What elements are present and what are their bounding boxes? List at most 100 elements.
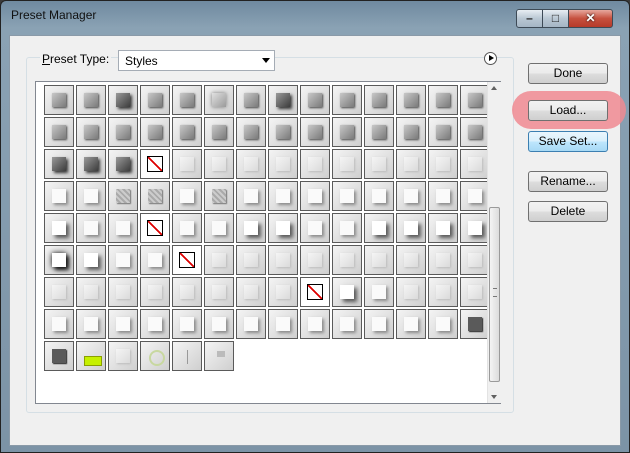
preset-swatch[interactable]	[236, 213, 266, 243]
preset-swatch[interactable]	[268, 245, 298, 275]
preset-swatch[interactable]	[108, 277, 138, 307]
preset-swatch[interactable]	[108, 309, 138, 339]
title-bar[interactable]: Preset Manager – □ ✕	[1, 1, 629, 31]
preset-swatch[interactable]	[300, 277, 330, 307]
preset-swatch[interactable]	[300, 149, 330, 179]
preset-swatch[interactable]	[44, 117, 74, 147]
preset-swatch[interactable]	[76, 277, 106, 307]
preset-swatch[interactable]	[268, 309, 298, 339]
preset-swatch[interactable]	[140, 213, 170, 243]
delete-button[interactable]: Delete	[528, 201, 608, 222]
minimize-button[interactable]: –	[516, 9, 543, 28]
preset-swatch[interactable]	[364, 213, 394, 243]
preset-swatch[interactable]	[204, 149, 234, 179]
preset-swatch[interactable]	[140, 277, 170, 307]
preset-swatch[interactable]	[396, 181, 426, 211]
preset-swatch[interactable]	[172, 277, 202, 307]
preset-swatch[interactable]	[300, 181, 330, 211]
preset-swatch[interactable]	[236, 181, 266, 211]
preset-swatch[interactable]	[44, 149, 74, 179]
preset-swatch[interactable]	[172, 181, 202, 211]
preset-swatch[interactable]	[204, 213, 234, 243]
preset-swatch[interactable]	[268, 117, 298, 147]
preset-swatch[interactable]	[332, 309, 362, 339]
preset-swatch[interactable]	[204, 117, 234, 147]
preset-swatch[interactable]	[460, 213, 490, 243]
preset-swatch[interactable]	[428, 117, 458, 147]
preset-swatch[interactable]	[236, 149, 266, 179]
preset-swatch[interactable]	[172, 245, 202, 275]
preset-swatch[interactable]	[396, 309, 426, 339]
preset-swatch[interactable]	[76, 245, 106, 275]
preset-swatch[interactable]	[108, 245, 138, 275]
preset-swatch[interactable]	[428, 245, 458, 275]
preset-swatch[interactable]	[76, 341, 106, 371]
done-button[interactable]: Done	[528, 63, 608, 84]
preset-swatch[interactable]	[236, 117, 266, 147]
preset-swatch[interactable]	[140, 245, 170, 275]
preset-swatch[interactable]	[236, 245, 266, 275]
preset-swatch[interactable]	[76, 85, 106, 115]
save-set-button[interactable]: Save Set...	[528, 131, 608, 152]
preset-swatch[interactable]	[396, 277, 426, 307]
preset-swatch[interactable]	[300, 85, 330, 115]
preset-swatch[interactable]	[332, 149, 362, 179]
maximize-button[interactable]: □	[542, 9, 569, 28]
preset-swatch[interactable]	[236, 309, 266, 339]
close-button[interactable]: ✕	[568, 9, 613, 28]
preset-swatch[interactable]	[428, 213, 458, 243]
preset-swatch[interactable]	[268, 181, 298, 211]
preset-swatch[interactable]	[204, 341, 234, 371]
preset-swatch[interactable]	[108, 149, 138, 179]
preset-swatch[interactable]	[396, 149, 426, 179]
preset-swatch[interactable]	[396, 245, 426, 275]
preset-swatch[interactable]	[460, 117, 490, 147]
preset-swatch[interactable]	[204, 181, 234, 211]
preset-swatch[interactable]	[204, 277, 234, 307]
preset-swatch[interactable]	[300, 117, 330, 147]
preset-swatch[interactable]	[108, 85, 138, 115]
preset-swatch[interactable]	[108, 341, 138, 371]
preset-swatch[interactable]	[140, 85, 170, 115]
preset-swatch[interactable]	[428, 181, 458, 211]
preset-swatch[interactable]	[460, 245, 490, 275]
preset-swatch[interactable]	[332, 213, 362, 243]
preset-swatch[interactable]	[332, 117, 362, 147]
scroll-up-icon[interactable]	[491, 86, 497, 90]
preset-swatch[interactable]	[364, 245, 394, 275]
preset-swatch[interactable]	[364, 309, 394, 339]
preset-swatch[interactable]	[108, 181, 138, 211]
panel-menu-arrow-icon[interactable]	[484, 52, 497, 65]
preset-swatch[interactable]	[364, 117, 394, 147]
preset-swatch[interactable]	[44, 181, 74, 211]
preset-swatch[interactable]	[172, 213, 202, 243]
preset-swatch[interactable]	[108, 213, 138, 243]
preset-swatch[interactable]	[268, 213, 298, 243]
preset-swatch[interactable]	[332, 85, 362, 115]
preset-swatch[interactable]	[268, 85, 298, 115]
preset-swatch[interactable]	[332, 181, 362, 211]
preset-swatch[interactable]	[140, 341, 170, 371]
preset-swatch[interactable]	[44, 213, 74, 243]
preset-swatch[interactable]	[108, 117, 138, 147]
preset-swatch[interactable]	[332, 277, 362, 307]
preset-swatch[interactable]	[460, 277, 490, 307]
scroll-down-icon[interactable]	[491, 395, 497, 399]
preset-swatch[interactable]	[76, 117, 106, 147]
preset-swatch[interactable]	[364, 149, 394, 179]
preset-swatch[interactable]	[172, 309, 202, 339]
preset-swatch[interactable]	[172, 85, 202, 115]
preset-swatch[interactable]	[300, 245, 330, 275]
preset-swatch[interactable]	[364, 181, 394, 211]
preset-swatch[interactable]	[140, 149, 170, 179]
preset-swatch[interactable]	[44, 277, 74, 307]
preset-swatch[interactable]	[428, 149, 458, 179]
preset-swatch[interactable]	[44, 341, 74, 371]
preset-swatch[interactable]	[204, 309, 234, 339]
preset-swatch[interactable]	[172, 117, 202, 147]
preset-swatch[interactable]	[364, 85, 394, 115]
preset-swatch[interactable]	[396, 85, 426, 115]
preset-swatch[interactable]	[204, 85, 234, 115]
preset-swatch[interactable]	[396, 213, 426, 243]
preset-swatch[interactable]	[268, 277, 298, 307]
